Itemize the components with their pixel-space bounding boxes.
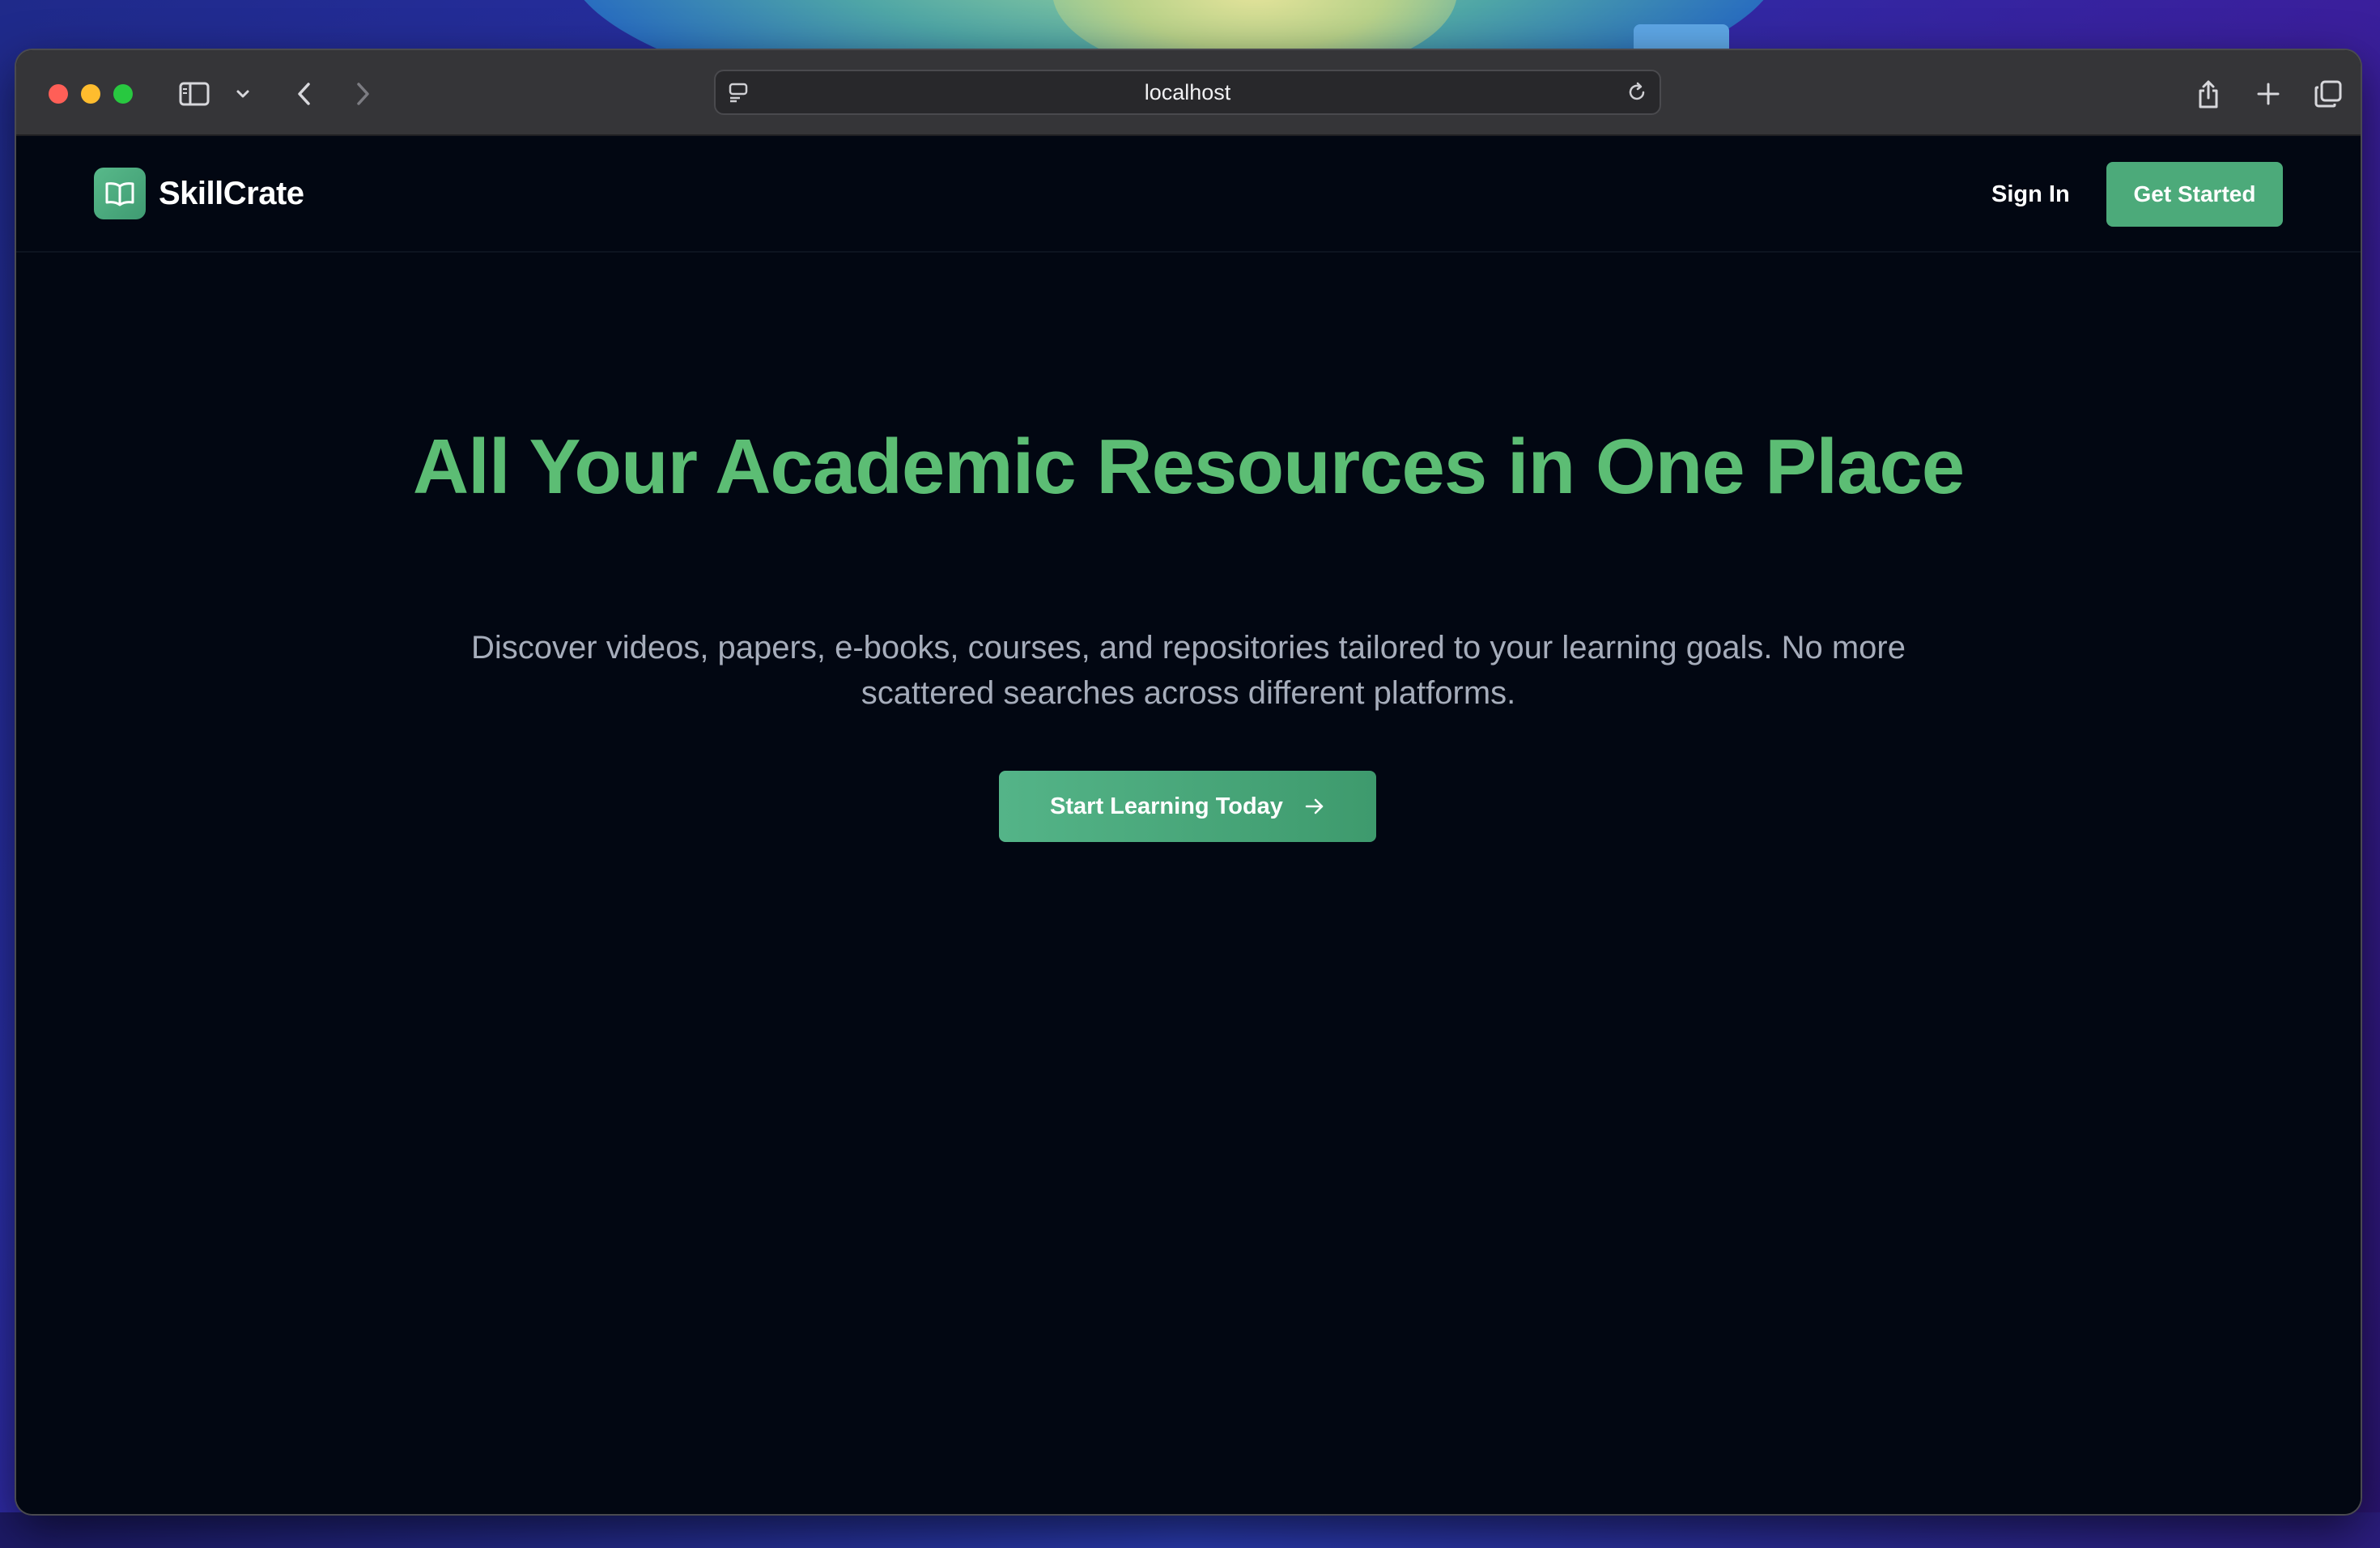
open-book-icon xyxy=(94,168,146,219)
start-learning-button[interactable]: Start Learning Today xyxy=(999,771,1376,842)
minimize-window-button[interactable] xyxy=(81,84,100,104)
reload-icon[interactable] xyxy=(1626,81,1648,108)
get-started-button[interactable]: Get Started xyxy=(2106,162,2283,227)
tabs-overview-icon[interactable] xyxy=(2310,74,2346,113)
site-header: SkillCrate Sign In Get Started xyxy=(16,136,2361,253)
brand[interactable]: SkillCrate xyxy=(94,167,304,220)
sign-in-link[interactable]: Sign In xyxy=(1982,172,2080,217)
share-icon[interactable] xyxy=(2191,74,2226,113)
page-content: SkillCrate Sign In Get Started All Your … xyxy=(16,136,2361,1514)
wallpaper-bottom xyxy=(0,1512,2380,1548)
address-bar[interactable]: localhost xyxy=(714,70,1661,115)
browser-window: localhost SkillCrate Sign In Get Started xyxy=(16,50,2361,1514)
hero-title: All Your Academic Resources in One Place xyxy=(412,423,1965,510)
brand-name: SkillCrate xyxy=(159,175,304,211)
hero-subtitle: Discover videos, papers, e-books, course… xyxy=(471,630,1906,711)
fullscreen-window-button[interactable] xyxy=(113,84,133,104)
browser-toolbar: localhost xyxy=(16,50,2361,136)
back-icon[interactable] xyxy=(287,74,322,113)
sidebar-icon[interactable] xyxy=(175,74,214,113)
chevron-down-icon[interactable] xyxy=(230,74,256,113)
new-tab-icon[interactable] xyxy=(2250,74,2286,113)
arrow-right-icon xyxy=(1304,797,1325,816)
url-text: localhost xyxy=(1144,80,1231,104)
start-learning-label: Start Learning Today xyxy=(1050,793,1283,819)
forward-icon[interactable] xyxy=(345,74,380,113)
close-window-button[interactable] xyxy=(49,84,68,104)
